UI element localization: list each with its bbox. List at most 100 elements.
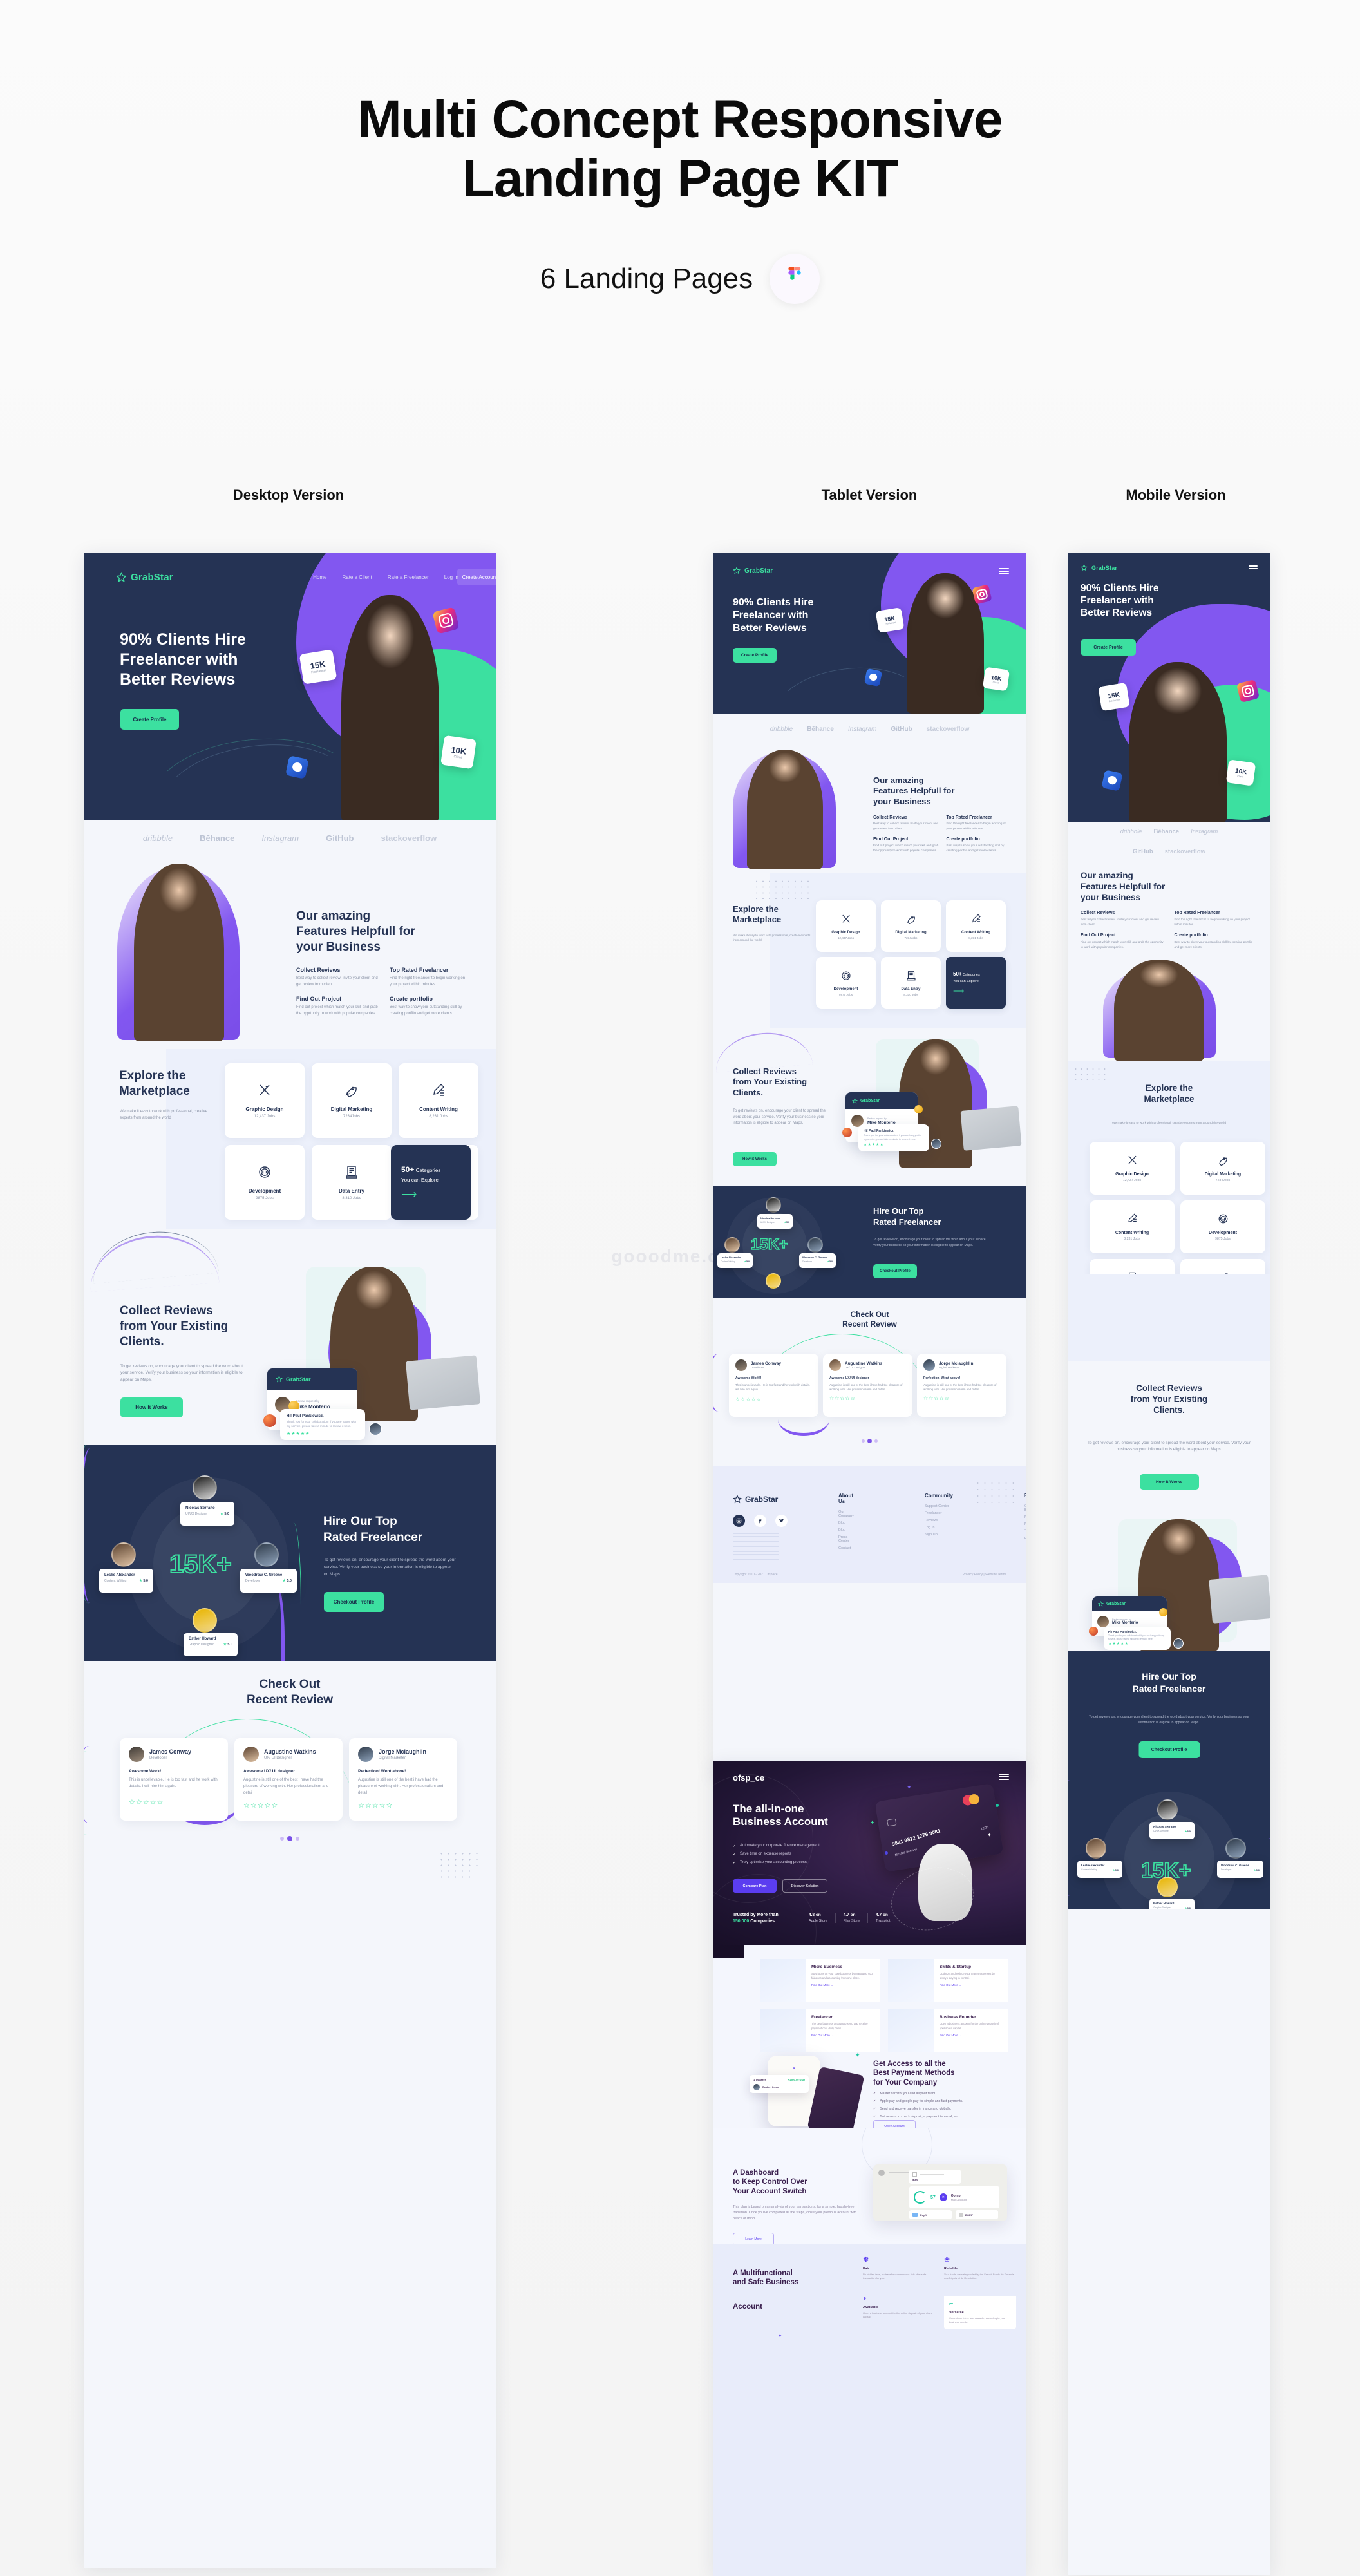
desktop-nav[interactable]: Home Rate a Client Rate a Freelancer Log…	[313, 574, 458, 580]
hamburger-icon[interactable]	[999, 568, 1009, 574]
category-card-content-writing[interactable]: Content Writing 8,231 Jobs	[399, 1063, 478, 1138]
learn-more-button[interactable]: Learn More	[733, 2233, 774, 2246]
footer-link[interactable]: Pricing	[1024, 1522, 1026, 1526]
footer-logo[interactable]: GrabStar	[733, 1495, 778, 1504]
carousel-dot[interactable]	[862, 1439, 865, 1443]
footer-link[interactable]: Log In	[925, 1526, 953, 1530]
nav-link-rate-a-client[interactable]: Rate a Client	[342, 574, 372, 580]
freelancer-card-esther[interactable]: Esther Howard Graphic Designer ★5.0	[1149, 1899, 1195, 1909]
carousel-dot[interactable]	[296, 1837, 299, 1841]
review-card[interactable]: James Conway Developer Awesome Work!! Th…	[729, 1354, 818, 1417]
hamburger-icon[interactable]	[1249, 565, 1258, 571]
carousel-dot[interactable]	[874, 1439, 878, 1443]
nav-link-home[interactable]: Home	[313, 574, 326, 580]
freelancer-card-woodrow[interactable]: Woodrow C. Greene Developer ★5.0	[799, 1253, 836, 1268]
category-card-graphic-design[interactable]: Graphic Design 12,437 Jobs	[225, 1063, 305, 1138]
features-person-image	[134, 864, 224, 1041]
category-card-development[interactable]: Development 9875 Jobs	[225, 1145, 305, 1220]
freelancer-card-leslie[interactable]: Leslie Alexander Content Writing ★5.0	[717, 1253, 753, 1268]
tablet-logo[interactable]: GrabStar	[733, 567, 773, 574]
footer-link[interactable]: Freelancer	[925, 1511, 953, 1515]
manage-card-micro-business[interactable]: Micro Business Stay focus on your core b…	[760, 1959, 880, 2002]
footer-socials[interactable]	[733, 1515, 788, 1527]
how-it-works-button[interactable]: How it Works	[1139, 1474, 1199, 1490]
category-card-digital-marketing[interactable]: Digital Marketing 7234Jobs	[1180, 1142, 1265, 1195]
categories-promo-card[interactable]: 50+ Categories You can Explore ⟶	[946, 957, 1006, 1009]
footer-link[interactable]: Grabstar Business	[1024, 1504, 1026, 1512]
twitter-icon[interactable]	[775, 1515, 788, 1527]
footer-link[interactable]: Support Center	[925, 1504, 953, 1508]
footer-link[interactable]: Contact	[838, 1546, 854, 1550]
footer-link[interactable]: Press Center	[838, 1535, 854, 1543]
manage-card-business-founder[interactable]: Business Founder Open a business account…	[888, 2009, 1008, 2052]
freelancer-card-woodrow[interactable]: Woodrow C. Greene Developer ★ 5.0	[240, 1569, 297, 1593]
footer-link[interactable]: Our Company	[838, 1510, 854, 1518]
checkout-profile-button[interactable]: Checkout Profile	[324, 1592, 384, 1612]
footer-link[interactable]: Blog	[838, 1528, 854, 1532]
footer-link[interactable]: Sign Up	[925, 1533, 953, 1537]
category-card-data-entry[interactable]: Data Entry 8,310 Jobs	[312, 1145, 392, 1220]
ofspace-hero-heading: The all-in-one Business Account	[733, 1803, 828, 1828]
how-it-works-button[interactable]: How it Works	[120, 1397, 183, 1417]
review-card[interactable]: Jorge Mclaughlin Digital Marketer Perfec…	[917, 1354, 1006, 1417]
category-card-business[interactable]: Business 6,123 Jobs	[1180, 1259, 1265, 1274]
category-card-graphic-design[interactable]: Graphic Design 12,437 Jobs	[816, 900, 876, 952]
mobile-logo[interactable]: GrabStar	[1081, 564, 1117, 571]
discover-solution-button[interactable]: Discover Solution	[782, 1879, 827, 1893]
review-card[interactable]: Augustine Watkins UX/ UI Designer Awesom…	[823, 1354, 912, 1417]
category-card-graphic-design[interactable]: Graphic Design 12,437 Jobs	[1090, 1142, 1175, 1195]
legal-links[interactable]: Privacy Policy | Website Terms	[963, 1573, 1006, 1577]
footer-link[interactable]: Reviews	[925, 1519, 953, 1522]
compare-plan-button[interactable]: Compare Plan	[733, 1879, 777, 1893]
freelancer-card-nicolas[interactable]: Nicolas Serrano UI/UX Designer ★5.0	[757, 1214, 793, 1229]
category-card-content-writing[interactable]: Content Writing 8,231 Jobs	[1090, 1200, 1175, 1253]
open-account-button[interactable]: Open Account	[873, 2120, 916, 2128]
trusted-by: Trusted by More than 150,000 Companies	[733, 1913, 779, 1924]
carousel-dots[interactable]	[713, 1439, 1026, 1443]
marketplace-grid: Graphic Design 12,437 Jobs Digital Marke…	[1090, 1142, 1265, 1274]
create-account-button[interactable]: Create Account	[457, 569, 496, 585]
hire-desc: To get reviews on, encourage your client…	[873, 1238, 987, 1247]
footer-link[interactable]: Template	[1024, 1530, 1026, 1533]
review-card[interactable]: James Conway Developer Awesome Work!! Th…	[120, 1738, 228, 1821]
create-profile-button[interactable]: Create Profile	[1081, 639, 1136, 656]
checkout-profile-button[interactable]: Checkout Profile	[1138, 1741, 1200, 1758]
review-card[interactable]: Augustine Watkins UX/ UI Designer Awesom…	[234, 1738, 343, 1821]
nav-link-log-in[interactable]: Log In	[444, 574, 458, 580]
checkout-profile-button[interactable]: Checkout Profile	[873, 1264, 917, 1278]
manage-card-smbs-startup[interactable]: SMBs & Startup Optimize and reduce your …	[888, 1959, 1008, 2002]
brand-dribbble: dribbble	[770, 725, 793, 733]
category-card-development[interactable]: Development 9875 Jobs	[1180, 1200, 1265, 1253]
freelancer-card-nicolas[interactable]: Nicolas Serrano UI/UX Designer ★ 5.0	[180, 1502, 234, 1526]
create-profile-button[interactable]: Create Profile	[120, 709, 179, 730]
facebook-icon[interactable]	[754, 1515, 766, 1527]
freelancer-card-leslie[interactable]: Leslie Alexander Content Writing ★ 5.0	[99, 1569, 153, 1593]
categories-promo-card[interactable]: 50+ Categories You can Explore ⟶	[391, 1145, 471, 1220]
footer-link[interactable]: Find Job	[1024, 1537, 1026, 1540]
create-profile-button[interactable]: Create Profile	[733, 648, 777, 663]
category-card-content-writing[interactable]: Content Writing 8,231 Jobs	[946, 900, 1006, 952]
manage-card-freelancer[interactable]: Freelancer The best business account to …	[760, 2009, 880, 2052]
category-card-digital-marketing[interactable]: Digital Marketing 7234Jobs	[312, 1063, 392, 1138]
category-card-data-entry[interactable]: Data Entry 8,310 Jobs	[1090, 1259, 1175, 1274]
tablet-reviews-section: Check Out Recent Review James Conway Dev…	[713, 1298, 1026, 1466]
review-card[interactable]: Jorge Mclaughlin Digital Marketer Perfec…	[349, 1738, 457, 1821]
desktop-logo[interactable]: GrabStar	[116, 572, 173, 583]
hamburger-icon[interactable]	[999, 1774, 1009, 1780]
label-desktop-version: Desktop Version	[232, 487, 345, 503]
ofspace-logo[interactable]: ofsp_ce	[733, 1773, 764, 1783]
footer-link[interactable]: Product	[1024, 1515, 1026, 1519]
freelancer-card-esther[interactable]: Esther Howard Graphic Designer ★ 5.0	[184, 1633, 238, 1656]
nav-link-rate-a-freelancer[interactable]: Rate a Freelancer	[388, 574, 429, 580]
carousel-dot-active[interactable]	[287, 1836, 292, 1841]
category-card-data-entry[interactable]: Data Entry 8,310 Jobs	[881, 957, 941, 1009]
how-it-works-button[interactable]: How it Works	[733, 1152, 777, 1166]
category-card-development[interactable]: Development 9875 Jobs	[816, 957, 876, 1009]
category-card-digital-marketing[interactable]: Digital Marketing 7234Jobs	[881, 900, 941, 952]
carousel-dot[interactable]	[280, 1837, 284, 1841]
footer-link[interactable]: Blog	[838, 1521, 854, 1525]
carousel-dots[interactable]	[84, 1836, 496, 1841]
freelancer-card-nicolas[interactable]: Nicolas Serrano UI/UX Designer ★5.0	[1149, 1822, 1195, 1839]
carousel-dot-active[interactable]	[867, 1439, 872, 1443]
instagram-icon[interactable]	[733, 1515, 745, 1527]
